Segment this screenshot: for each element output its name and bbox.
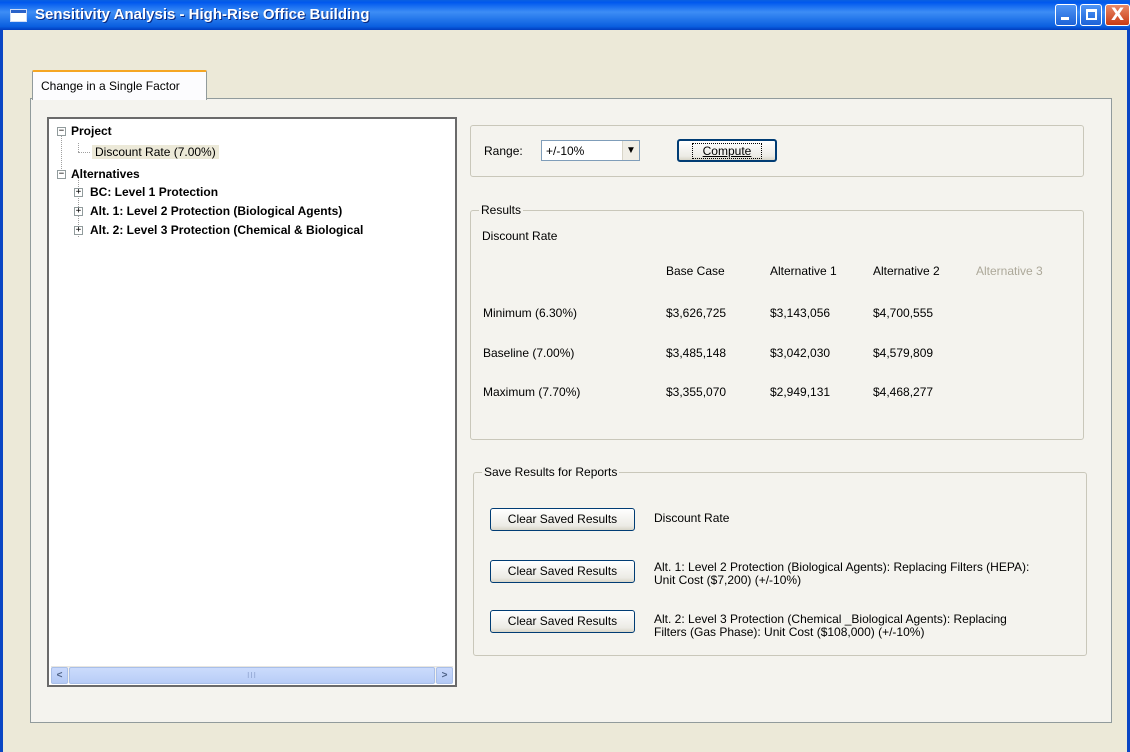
cell-maximum-base-case: $3,355,070: [666, 385, 727, 399]
column-header-alternative-3: Alternative 3: [976, 264, 1043, 278]
tree-leaf-discount-rate[interactable]: Discount Rate (7.00%): [92, 144, 219, 160]
window-title: Sensitivity Analysis - High-Rise Office …: [35, 6, 370, 23]
scroll-right-icon[interactable]: >: [436, 667, 453, 684]
saved-result-text-3: Alt. 2: Level 3 Protection (Chemical _Bi…: [654, 613, 1094, 639]
cell-minimum-base-case: $3,626,725: [666, 306, 727, 320]
saved-result-text-1: Discount Rate: [654, 512, 1094, 525]
results-legend: Results: [479, 203, 524, 217]
cell-minimum-alt1: $3,143,056: [770, 306, 831, 320]
expand-alt1-icon[interactable]: +: [74, 207, 83, 216]
scroll-thumb[interactable]: III: [69, 667, 435, 684]
row-label-minimum: Minimum (6.30%): [483, 306, 578, 320]
scroll-left-icon[interactable]: <: [51, 667, 68, 684]
maximize-icon: [1086, 9, 1097, 20]
collapse-alternatives-icon[interactable]: −: [57, 170, 66, 179]
compute-button[interactable]: Compute: [677, 139, 777, 162]
save-results-legend: Save Results for Reports: [482, 465, 620, 479]
minimize-button[interactable]: [1055, 4, 1077, 26]
tree-horizontal-scrollbar[interactable]: < III >: [51, 666, 453, 684]
cell-maximum-alt2: $4,468,277: [873, 385, 934, 399]
saved-result-text-2: Alt. 1: Level 2 Protection (Biological A…: [654, 561, 1094, 587]
cell-baseline-alt2: $4,579,809: [873, 346, 934, 360]
cell-baseline-alt1: $3,042,030: [770, 346, 831, 360]
saved-result-line: Discount Rate: [654, 511, 730, 525]
tree-connector: [78, 152, 90, 153]
results-group: Results: [470, 203, 1084, 440]
results-factor-name: Discount Rate: [482, 229, 558, 243]
title-bar: Sensitivity Analysis - High-Rise Office …: [0, 0, 1130, 30]
compute-label: Compute: [691, 143, 763, 159]
window-icon: [10, 9, 27, 22]
cell-minimum-alt2: $4,700,555: [873, 306, 934, 320]
clear-saved-results-button-2[interactable]: Clear Saved Results: [490, 560, 635, 583]
clear-saved-results-button-3[interactable]: Clear Saved Results: [490, 610, 635, 633]
column-header-base-case: Base Case: [666, 264, 725, 278]
tree-node-alt1[interactable]: Alt. 1: Level 2 Protection (Biological A…: [90, 203, 342, 219]
row-label-maximum: Maximum (7.70%): [483, 385, 581, 399]
column-header-alternative-2: Alternative 2: [873, 264, 940, 278]
tree-leaf-label: Discount Rate (7.00%): [92, 145, 219, 159]
range-dropdown[interactable]: +/-10% ▼: [541, 140, 640, 161]
range-value: +/-10%: [546, 144, 585, 158]
saved-result-line: Filters (Gas Phase): Unit Cost ($108,000…: [654, 625, 925, 639]
cell-baseline-base-case: $3,485,148: [666, 346, 727, 360]
expand-bc-icon[interactable]: +: [74, 188, 83, 197]
tab-change-in-single-factor[interactable]: Change in a Single Factor: [32, 70, 207, 100]
chevron-down-icon[interactable]: ▼: [622, 141, 639, 160]
factor-tree[interactable]: − Project Discount Rate (7.00%) − Altern…: [47, 117, 457, 687]
cell-maximum-alt1: $2,949,131: [770, 385, 831, 399]
row-label-baseline: Baseline (7.00%): [483, 346, 575, 360]
tree-connector: [78, 143, 79, 152]
column-header-alternative-1: Alternative 1: [770, 264, 837, 278]
collapse-project-icon[interactable]: −: [57, 127, 66, 136]
tree-node-bc[interactable]: BC: Level 1 Protection: [90, 184, 218, 200]
saved-result-line: Unit Cost ($7,200) (+/-10%): [654, 573, 802, 587]
close-button[interactable]: X: [1105, 4, 1130, 26]
maximize-button[interactable]: [1080, 4, 1102, 26]
tree-node-project[interactable]: Project: [71, 123, 112, 139]
clear-saved-results-button-1[interactable]: Clear Saved Results: [490, 508, 635, 531]
tree-node-alternatives[interactable]: Alternatives: [71, 166, 140, 182]
range-label: Range:: [484, 144, 523, 158]
expand-alt2-icon[interactable]: +: [74, 226, 83, 235]
minimize-icon: [1061, 17, 1069, 20]
tree-node-alt2[interactable]: Alt. 2: Level 3 Protection (Chemical & B…: [90, 222, 363, 238]
close-icon: X: [1110, 5, 1125, 25]
